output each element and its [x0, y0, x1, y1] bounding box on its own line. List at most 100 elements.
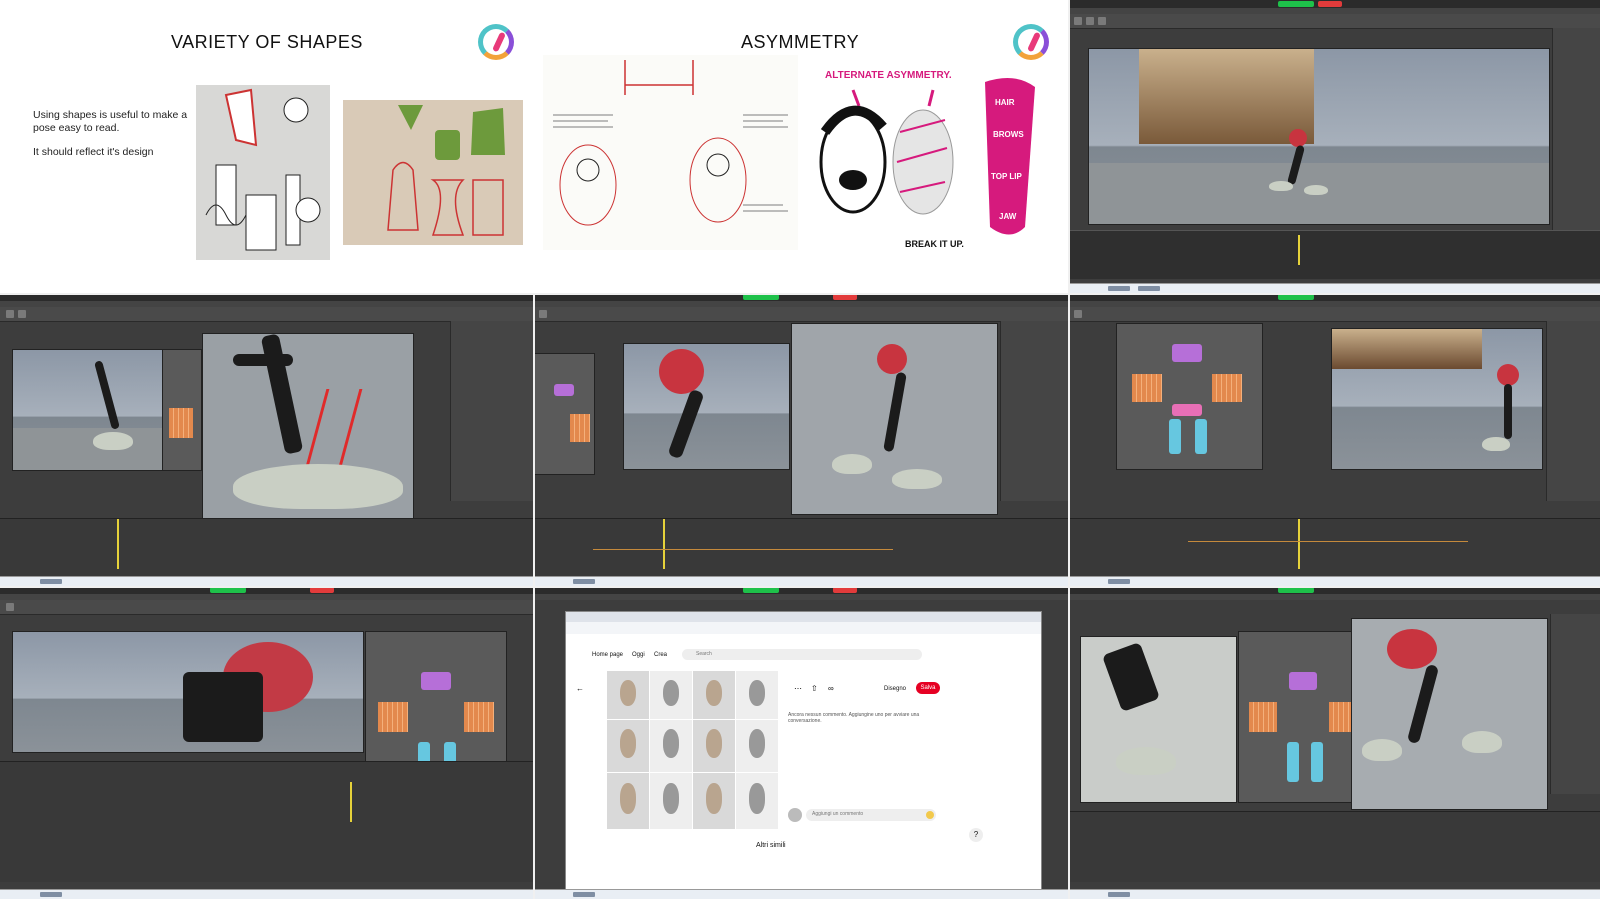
graph-editor[interactable]: [0, 518, 533, 576]
shelf-toolbar[interactable]: [0, 600, 533, 615]
animation-curve[interactable]: [593, 549, 893, 550]
graph-editor[interactable]: [0, 761, 533, 882]
channel-box[interactable]: [1550, 614, 1600, 794]
nav-today[interactable]: Oggi: [632, 652, 645, 658]
picker-leg[interactable]: [1287, 742, 1299, 782]
channel-box[interactable]: [450, 321, 533, 501]
tool-icon[interactable]: [1098, 17, 1106, 25]
browser-window-pinterest: Home page Oggi Crea Search ← ⋯ ⇧ ∞ Diseg…: [565, 611, 1042, 891]
tool-icon[interactable]: [1086, 17, 1094, 25]
menu-bar[interactable]: [533, 594, 1068, 600]
shelf-toolbar[interactable]: [533, 307, 1068, 322]
tool-icon[interactable]: [6, 310, 14, 318]
taskbar-app[interactable]: [1108, 892, 1130, 897]
emoji-icon[interactable]: [926, 811, 934, 819]
shelf-toolbar[interactable]: [1068, 14, 1600, 29]
viewport-3d-main[interactable]: [791, 323, 998, 515]
animation-curve[interactable]: [1188, 541, 1468, 542]
viewport-3d[interactable]: [1080, 636, 1237, 803]
menu-bar[interactable]: [1068, 594, 1600, 600]
maya-screen-capture: [533, 293, 1068, 586]
windows-taskbar[interactable]: [1068, 889, 1600, 899]
channel-box[interactable]: [1000, 321, 1068, 501]
viewport-3d[interactable]: [623, 343, 790, 470]
nav-create[interactable]: Crea: [654, 652, 667, 658]
mickey-sketch: [543, 55, 798, 250]
windows-taskbar[interactable]: [1068, 576, 1600, 586]
stop-share-button[interactable]: [1318, 1, 1342, 7]
browser-tabs[interactable]: [566, 612, 1041, 622]
windows-taskbar[interactable]: [533, 576, 1068, 586]
windows-taskbar[interactable]: [533, 889, 1068, 899]
picker-leg[interactable]: [1311, 742, 1323, 782]
taskbar-app[interactable]: [40, 579, 62, 584]
taskbar-app[interactable]: [1108, 579, 1130, 584]
address-bar[interactable]: [566, 622, 1041, 634]
picker-head[interactable]: [554, 384, 574, 396]
time-slider-playhead[interactable]: [350, 782, 352, 822]
character-head: [1497, 364, 1519, 386]
viewport-3d[interactable]: [1088, 48, 1550, 225]
picker-controls[interactable]: [464, 702, 494, 732]
picker-controls[interactable]: [1132, 374, 1162, 402]
rig-picker[interactable]: [533, 353, 595, 475]
timeline[interactable]: [1068, 230, 1600, 279]
taskbar-app[interactable]: [1108, 286, 1130, 291]
graph-editor[interactable]: [533, 518, 1068, 576]
viewport-3d-main[interactable]: [1331, 328, 1543, 470]
taskbar-app[interactable]: [40, 892, 62, 897]
channel-box[interactable]: [1546, 321, 1600, 501]
link-icon[interactable]: ∞: [828, 684, 834, 693]
picker-controls[interactable]: [570, 414, 590, 442]
shelf-toolbar[interactable]: [1068, 307, 1600, 322]
viewport-3d[interactable]: [12, 349, 164, 471]
picker-controls[interactable]: [169, 408, 193, 438]
picker-leg[interactable]: [1195, 419, 1207, 454]
picker-head[interactable]: [1172, 344, 1202, 362]
nav-home[interactable]: Home page: [592, 652, 623, 658]
more-like-this-heading: Altri simili: [756, 842, 786, 849]
viewport-3d-main[interactable]: [202, 333, 414, 520]
save-button[interactable]: Salva: [916, 682, 940, 694]
grid-divider: [0, 293, 1600, 295]
windows-taskbar[interactable]: [1068, 283, 1600, 293]
tool-icon[interactable]: [1074, 310, 1082, 318]
picker-controls[interactable]: [1212, 374, 1242, 402]
pin-image-grid[interactable]: [606, 670, 779, 830]
back-arrow-icon[interactable]: ←: [576, 684, 584, 693]
help-button[interactable]: ?: [969, 828, 983, 842]
windows-taskbar[interactable]: [0, 889, 533, 899]
comment-input[interactable]: Aggiungi un commento: [806, 809, 936, 821]
taskbar-app[interactable]: [1138, 286, 1160, 291]
more-icon[interactable]: ⋯: [794, 684, 802, 693]
search-input[interactable]: Search: [682, 649, 922, 660]
picker-controls[interactable]: [1249, 702, 1277, 732]
shelf-toolbar[interactable]: [0, 307, 533, 322]
share-icon[interactable]: ⇧: [811, 684, 818, 693]
picker-head[interactable]: [421, 672, 451, 690]
time-slider-playhead[interactable]: [1298, 235, 1300, 265]
picker-leg[interactable]: [1169, 419, 1181, 454]
time-slider-playhead[interactable]: [117, 519, 119, 569]
viewport-3d-main[interactable]: [12, 631, 364, 753]
tool-icon[interactable]: [1074, 17, 1082, 25]
rig-picker[interactable]: [1116, 323, 1263, 470]
character-body: [183, 672, 263, 742]
picker-controls[interactable]: [378, 702, 408, 732]
time-slider-playhead[interactable]: [663, 519, 665, 569]
tool-icon[interactable]: [539, 310, 547, 318]
taskbar-app[interactable]: [573, 892, 595, 897]
viewport-3d-main[interactable]: [1351, 618, 1548, 810]
rig-picker[interactable]: [162, 349, 202, 471]
taskbar-app[interactable]: [573, 579, 595, 584]
face-thumbnail: [649, 670, 693, 720]
board-select[interactable]: Disegno: [884, 686, 906, 692]
graph-editor[interactable]: [1068, 811, 1600, 882]
tool-icon[interactable]: [6, 603, 14, 611]
tool-icon[interactable]: [18, 310, 26, 318]
picker-hip[interactable]: [1172, 404, 1202, 416]
time-slider-playhead[interactable]: [1298, 519, 1300, 569]
graph-editor[interactable]: [1068, 518, 1600, 576]
windows-taskbar[interactable]: [0, 576, 533, 586]
picker-head[interactable]: [1289, 672, 1317, 690]
